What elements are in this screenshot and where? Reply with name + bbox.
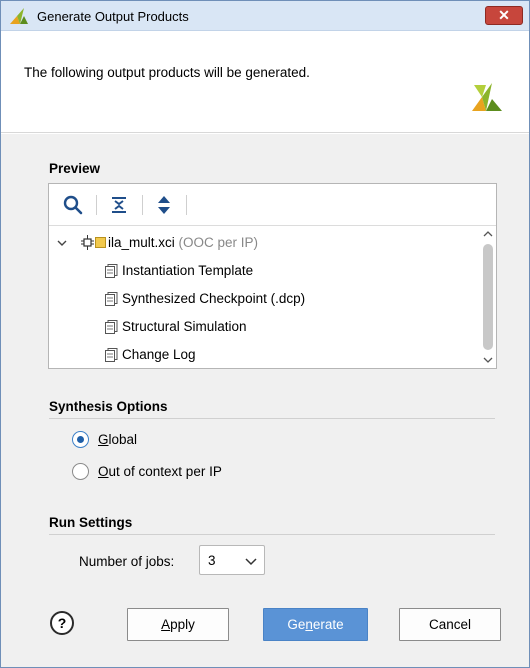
chevron-down-icon[interactable] <box>483 355 493 365</box>
preview-panel: ila_mult.xci (OOC per IP) Instantiation … <box>48 183 497 369</box>
dialog-header: The following output products will be ge… <box>1 31 529 133</box>
preview-toolbar <box>49 184 496 226</box>
close-icon: ✕ <box>498 7 510 23</box>
vivado-logo-icon <box>10 8 28 24</box>
jobs-select[interactable]: 3 <box>199 545 265 575</box>
chevron-up-icon[interactable] <box>483 229 493 239</box>
header-message: The following output products will be ge… <box>24 65 310 80</box>
generate-button-label: Generate <box>287 617 344 632</box>
radio-ooc-label: Out of context per IP <box>98 464 222 479</box>
dialog-window: Generate Output Products ✕ The following… <box>0 0 530 668</box>
chevron-down-icon[interactable] <box>245 556 257 566</box>
ip-ooc-note: (OOC per IP) <box>178 235 259 250</box>
document-icon <box>105 348 118 362</box>
radio-button-unchecked[interactable] <box>72 463 89 480</box>
radio-global-label: Global <box>98 432 138 447</box>
apply-button[interactable]: Apply <box>127 608 229 641</box>
document-icon <box>105 264 118 278</box>
section-divider <box>49 418 495 419</box>
document-icon <box>105 292 118 306</box>
collapse-all-icon[interactable] <box>107 193 131 217</box>
ip-status-icon <box>95 237 106 248</box>
vivado-logo-icon <box>472 83 502 111</box>
document-icon <box>105 320 118 334</box>
radio-out-of-context[interactable]: Out of context per IP <box>72 462 272 482</box>
toolbar-separator <box>186 195 187 215</box>
tree-root-label: ila_mult.xci (OOC per IP) <box>108 235 258 250</box>
cancel-button[interactable]: Cancel <box>399 608 501 641</box>
chevron-down-icon[interactable] <box>57 238 67 248</box>
jobs-value: 3 <box>208 553 216 568</box>
scrollbar-thumb[interactable] <box>483 244 493 350</box>
generate-button[interactable]: Generate <box>263 608 368 641</box>
tree-item[interactable]: Synthesized Checkpoint (.dcp) <box>105 289 445 309</box>
preview-scrollbar[interactable] <box>480 226 496 368</box>
tree-item-label: Change Log <box>122 347 196 362</box>
ip-file-name: ila_mult.xci <box>108 235 175 250</box>
section-divider <box>49 534 495 535</box>
window-title: Generate Output Products <box>37 9 189 24</box>
tree-item-label: Instantiation Template <box>122 263 254 278</box>
radio-button-checked[interactable] <box>72 431 89 448</box>
jobs-label: Number of jobs: <box>79 554 175 569</box>
run-settings-heading: Run Settings <box>49 515 133 530</box>
toolbar-separator <box>142 195 143 215</box>
radio-global[interactable]: Global <box>72 430 272 450</box>
tree-item-label: Structural Simulation <box>122 319 247 334</box>
toolbar-separator <box>96 195 97 215</box>
title-bar[interactable]: Generate Output Products ✕ <box>1 1 529 31</box>
ip-core-icon <box>81 235 94 250</box>
apply-button-label: Apply <box>161 617 195 632</box>
search-icon[interactable] <box>61 193 85 217</box>
help-button[interactable]: ? <box>50 611 74 635</box>
synthesis-options-heading: Synthesis Options <box>49 399 168 414</box>
tree-item-label: Synthesized Checkpoint (.dcp) <box>122 291 306 306</box>
tree-item[interactable]: Instantiation Template <box>105 261 445 281</box>
cancel-button-label: Cancel <box>428 617 472 632</box>
tree-root-row[interactable]: ila_mult.xci (OOC per IP) <box>57 233 457 253</box>
close-button[interactable]: ✕ <box>485 6 523 25</box>
tree-item[interactable]: Change Log <box>105 345 445 365</box>
tree-item[interactable]: Structural Simulation <box>105 317 445 337</box>
expand-all-icon[interactable] <box>152 193 176 217</box>
preview-heading: Preview <box>49 161 101 176</box>
help-icon: ? <box>57 615 67 631</box>
